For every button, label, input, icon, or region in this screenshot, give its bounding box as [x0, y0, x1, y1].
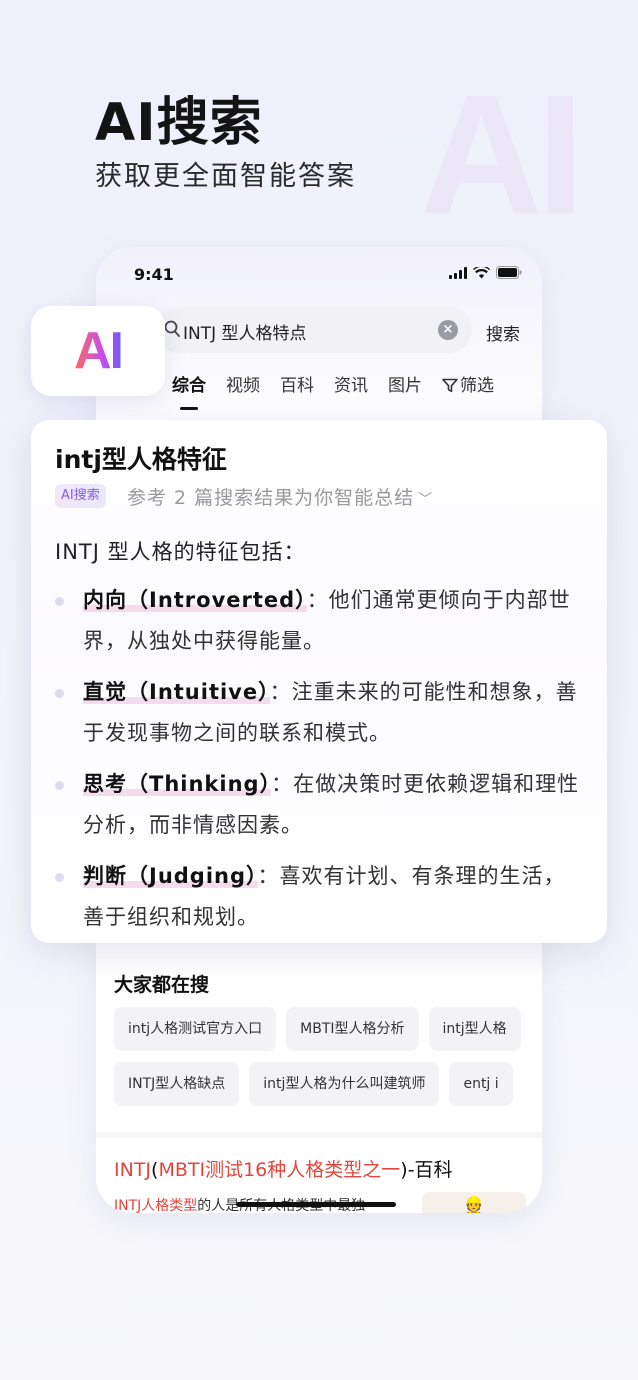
clear-icon[interactable]: ×: [438, 320, 458, 340]
home-indicator: [236, 1202, 396, 1207]
tab-filter[interactable]: 筛选: [442, 371, 494, 398]
battery-icon: [496, 266, 522, 279]
hot-searches-row-1: intj人格测试官方入口 MBTI型人格分析 intj型人格: [114, 1007, 521, 1051]
bullet-term: 判断（Judging）: [83, 864, 258, 888]
hot-search-chip[interactable]: intj人格测试官方入口: [114, 1007, 277, 1051]
search-input[interactable]: INTJ 型人格特点 ×: [156, 307, 472, 353]
tab-filter-label: 筛选: [460, 376, 494, 396]
hot-search-chip[interactable]: MBTI型人格分析: [286, 1007, 419, 1051]
bullet-dot: [55, 597, 64, 606]
reference-text: 参考 2 篇搜索结果为你智能总结: [127, 487, 415, 509]
bullet-term: 思考（Thinking）: [83, 772, 272, 796]
section-divider: [96, 1132, 542, 1138]
tab-encyclopedia[interactable]: 百科: [280, 371, 314, 398]
signal-icon: [449, 266, 467, 279]
list-item: 内向（Introverted）：他们通常更倾向于内部世界，从独处中获得能量。: [55, 580, 585, 662]
result-thumbnail[interactable]: 👷: [422, 1192, 526, 1213]
hot-searches-row-2: INTJ型人格缺点 intj型人格为什么叫建筑师 entj i: [114, 1062, 513, 1106]
hot-searches-title: 大家都在搜: [114, 974, 210, 996]
ai-card-title: intj型人格特征: [55, 445, 227, 474]
wifi-icon: [473, 266, 490, 279]
ai-logo: AI: [74, 322, 124, 380]
status-time: 9:41: [134, 265, 174, 284]
tab-news[interactable]: 资讯: [334, 371, 368, 398]
bullet-dot: [55, 873, 64, 882]
reference-toggle[interactable]: 参考 2 篇搜索结果为你智能总结 ﹀: [127, 483, 433, 510]
hot-search-chip[interactable]: entj i: [449, 1062, 513, 1106]
status-icons: [449, 266, 522, 279]
background-ai-watermark: AI: [420, 60, 584, 250]
tab-bar: 综合 视频 百科 资讯 图片 筛选: [172, 371, 494, 410]
result-title-link[interactable]: INTJ(MBTI测试16种人格类型之一)-百科: [114, 1155, 453, 1182]
bullet-term: 直觉（Intuitive）: [83, 680, 270, 704]
filter-icon: [442, 378, 458, 398]
search-button[interactable]: 搜索: [486, 320, 520, 345]
hero-subtitle: 获取更全面智能答案: [95, 161, 356, 192]
list-item: 判断（Judging）：喜欢有计划、有条理的生活，善于组织和规划。: [55, 856, 585, 938]
ai-search-tag: AI搜索: [55, 484, 106, 508]
ai-summary-card: intj型人格特征 AI搜索 参考 2 篇搜索结果为你智能总结 ﹀ INTJ 型人…: [31, 420, 607, 943]
hot-search-chip[interactable]: intj型人格为什么叫建筑师: [249, 1062, 440, 1106]
tab-all[interactable]: 综合: [172, 371, 206, 410]
ai-logo-badge: AI: [31, 306, 165, 396]
list-item: 思考（Thinking）：在做决策时更依赖逻辑和理性分析，而非情感因素。: [55, 764, 585, 846]
list-item: 直觉（Intuitive）：注重未来的可能性和想象，善于发现事物之间的联系和模式…: [55, 672, 585, 754]
result-title-keyword-2: MBTI测试16种人格类型之一: [158, 1159, 401, 1181]
result-title-keyword: INTJ: [114, 1159, 152, 1181]
bullet-dot: [55, 689, 64, 698]
hot-search-chip[interactable]: INTJ型人格缺点: [114, 1062, 240, 1106]
bullet-term: 内向（Introverted）: [83, 588, 307, 612]
bullet-dot: [55, 781, 64, 790]
tab-video[interactable]: 视频: [226, 371, 260, 398]
tab-images[interactable]: 图片: [388, 371, 422, 398]
search-query: INTJ 型人格特点: [183, 324, 307, 344]
result-title-suffix: )-百科: [400, 1159, 453, 1181]
chevron-down-icon: ﹀: [418, 492, 434, 508]
result-snippet-keyword: INTJ人格类型: [114, 1198, 198, 1213]
search-icon: [164, 320, 180, 342]
hero-title: AI搜索: [95, 93, 263, 153]
ai-card-intro: INTJ 型人格的特征包括：: [55, 540, 306, 564]
hot-search-chip[interactable]: intj型人格: [428, 1007, 521, 1051]
